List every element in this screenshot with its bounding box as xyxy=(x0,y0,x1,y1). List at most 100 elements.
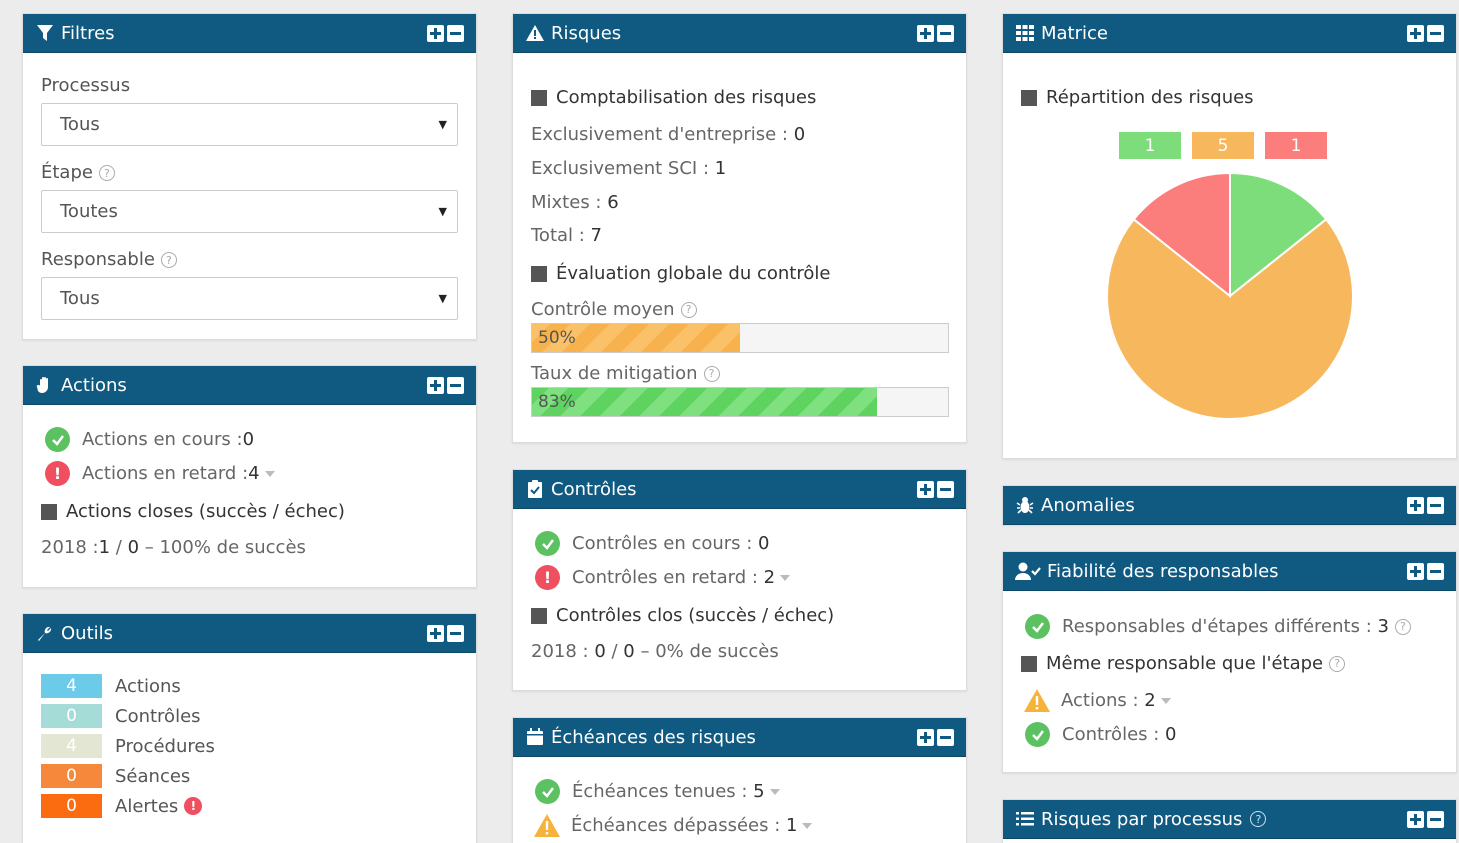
controle-moyen-bar: 50% xyxy=(531,323,949,353)
tool-alertes[interactable]: 0 Alertes ! xyxy=(41,794,203,818)
actions-closes-title: Actions closes (succès / échec) xyxy=(66,501,345,522)
echeances-tenues-label: Échéances tenues : xyxy=(572,781,754,802)
filtres-panel: Filtres Processus Tous ▼ Étape? Toutes ▼… xyxy=(22,13,477,340)
legend-chip-orange[interactable]: 5 xyxy=(1192,132,1254,159)
compta-line: Total : 7 xyxy=(531,225,602,246)
square-icon xyxy=(41,503,57,520)
fiabilite-controles: Contrôles : 0 xyxy=(1025,722,1176,747)
collapse-button[interactable] xyxy=(937,728,954,746)
responsables-differents: Responsables d'étapes différents : 3? xyxy=(1025,614,1411,639)
tool-count: 0 xyxy=(41,704,102,728)
collapse-button[interactable] xyxy=(1427,24,1444,42)
collapse-button[interactable] xyxy=(937,24,954,42)
expand-button[interactable] xyxy=(427,376,444,394)
echeances-depassees[interactable]: Échéances dépassées : 1 xyxy=(533,813,813,838)
filter-icon xyxy=(35,23,55,43)
bug-icon xyxy=(1015,495,1035,515)
collapse-button[interactable] xyxy=(937,480,954,498)
calendar-icon xyxy=(525,727,545,747)
tool-label: Alertes xyxy=(115,795,179,817)
actions-title: Actions xyxy=(61,374,127,396)
controles-clos-title: Contrôles clos (succès / échec) xyxy=(556,605,835,626)
tool-actions[interactable]: 4 Actions xyxy=(41,674,181,698)
fiabilite-actions-value: 2 xyxy=(1144,690,1156,711)
expand-button[interactable] xyxy=(427,24,444,42)
actions-en-retard[interactable]: ! Actions en retard : 4 xyxy=(45,461,275,486)
list-icon xyxy=(1015,809,1035,829)
tool-count: 0 xyxy=(41,794,102,818)
taux-fill: 83% xyxy=(532,388,878,416)
controles-en-retard[interactable]: ! Contrôles en retard : 2 xyxy=(535,565,791,590)
help-icon[interactable]: ? xyxy=(703,365,720,382)
collapse-button[interactable] xyxy=(447,376,464,394)
caret-down-icon[interactable] xyxy=(1160,697,1171,704)
expand-button[interactable] xyxy=(1407,496,1424,514)
responsable-select[interactable]: Tous ▼ xyxy=(41,277,458,320)
caret-down-icon[interactable] xyxy=(264,470,275,477)
collapse-button[interactable] xyxy=(447,624,464,642)
meme-responsable-title-row: Même responsable que l'étape? xyxy=(1021,653,1346,674)
help-icon[interactable]: ? xyxy=(1329,655,1346,672)
processus-value: Tous xyxy=(60,114,100,135)
controles-clos-fail: 0 xyxy=(623,641,635,662)
collapse-button[interactable] xyxy=(447,24,464,42)
etape-select[interactable]: Toutes ▼ xyxy=(41,190,458,233)
collapse-button[interactable] xyxy=(1427,562,1444,580)
outils-title: Outils xyxy=(61,622,114,644)
actions-closes-sep: / xyxy=(110,537,128,558)
warning-icon xyxy=(1023,688,1051,713)
echeances-depassees-label: Échéances dépassées : xyxy=(571,815,787,836)
legend-chip-green[interactable]: 1 xyxy=(1119,132,1181,159)
controles-en-retard-label: Contrôles en retard : xyxy=(572,567,764,588)
expand-button[interactable] xyxy=(917,480,934,498)
caret-down-icon[interactable] xyxy=(780,574,791,581)
tool-seances[interactable]: 0 Séances xyxy=(41,764,190,788)
fiabilite-actions[interactable]: Actions : 2 xyxy=(1023,688,1171,713)
chevron-down-icon: ▼ xyxy=(438,292,447,305)
actions-closes-fail: 0 xyxy=(127,537,140,558)
expand-button[interactable] xyxy=(427,624,444,642)
actions-closes-success: 1 xyxy=(98,537,111,558)
echeances-tenues[interactable]: Échéances tenues : 5 xyxy=(535,779,780,804)
controles-clos-success: 0 xyxy=(594,641,606,662)
risques-panel: Risques Comptabilisation des risques Exc… xyxy=(512,13,967,443)
compta-title-row: Comptabilisation des risques xyxy=(531,87,816,108)
expand-button[interactable] xyxy=(1407,24,1424,42)
chevron-down-icon: ▼ xyxy=(438,118,447,131)
alert-circle-icon: ! xyxy=(535,565,560,590)
help-icon[interactable]: ? xyxy=(160,252,177,268)
actions-en-cours-value: 0 xyxy=(242,429,255,450)
expand-button[interactable] xyxy=(917,24,934,42)
fiabilite-header: Fiabilité des responsables xyxy=(1003,552,1456,591)
tool-label: Contrôles xyxy=(115,705,201,727)
actions-en-retard-value: 4 xyxy=(248,463,260,484)
tool-controles[interactable]: 0 Contrôles xyxy=(41,704,201,728)
help-icon[interactable]: ? xyxy=(98,165,115,181)
collapse-button[interactable] xyxy=(1427,810,1444,828)
help-icon[interactable]: ? xyxy=(1394,618,1411,635)
risk-pie-chart xyxy=(1106,171,1354,420)
expand-button[interactable] xyxy=(1407,810,1424,828)
check-circle-icon xyxy=(45,427,70,452)
anomalies-panel: Anomalies xyxy=(1002,485,1457,525)
legend-chip-red[interactable]: 1 xyxy=(1265,132,1327,159)
square-icon xyxy=(531,607,547,624)
controles-header: Contrôles xyxy=(513,470,966,509)
caret-down-icon[interactable] xyxy=(769,788,780,795)
controle-moyen-row: Contrôle moyen? xyxy=(531,299,697,320)
collapse-button[interactable] xyxy=(1427,496,1444,514)
controles-en-retard-value: 2 xyxy=(763,567,776,588)
risques-processus-panel: Risques par processus ? xyxy=(1002,799,1457,843)
help-icon[interactable]: ? xyxy=(680,301,697,318)
tool-procedures[interactable]: 4 Procédures xyxy=(41,734,215,758)
controles-clos-year: 2018 : xyxy=(531,641,595,662)
help-icon[interactable]: ? xyxy=(1250,811,1267,827)
echeances-depassees-value: 1 xyxy=(786,815,798,836)
responsable-label: Responsable xyxy=(41,249,155,270)
expand-button[interactable] xyxy=(917,728,934,746)
echeances-tenues-value: 5 xyxy=(753,781,765,802)
expand-button[interactable] xyxy=(1407,562,1424,580)
processus-select[interactable]: Tous ▼ xyxy=(41,103,458,146)
caret-down-icon[interactable] xyxy=(802,822,813,829)
wrench-icon xyxy=(35,623,55,643)
